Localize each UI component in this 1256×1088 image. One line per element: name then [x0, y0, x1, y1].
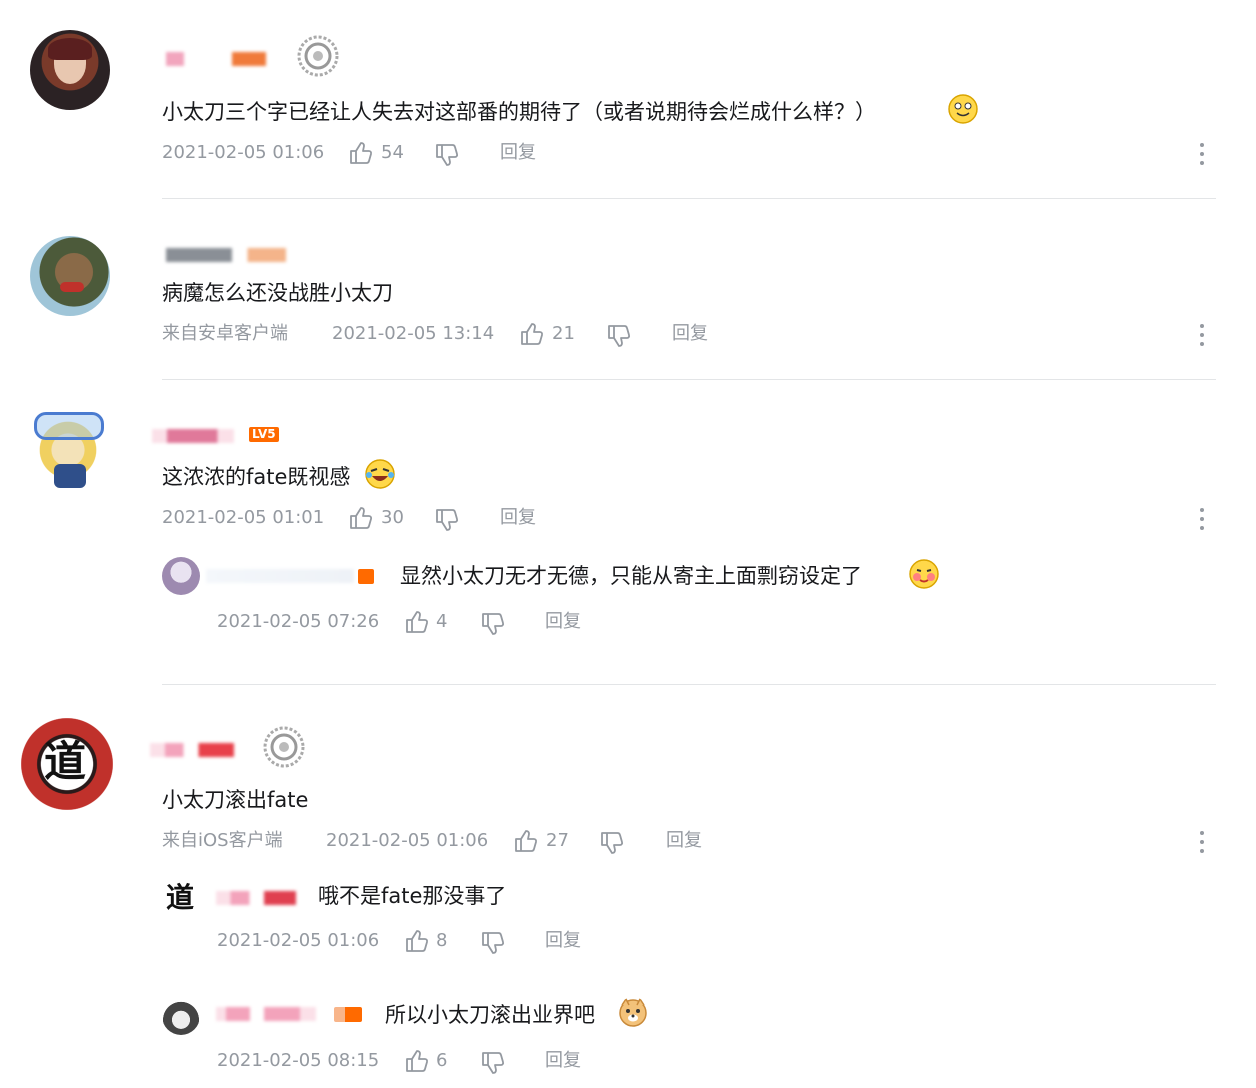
dislike-icon[interactable] [599, 830, 625, 856]
comment-time: 2021-02-05 01:06 [162, 142, 325, 163]
username-blurred[interactable] [216, 891, 296, 905]
dislike-icon[interactable] [606, 323, 632, 349]
dislike-icon[interactable] [434, 142, 460, 168]
username-blurred[interactable] [152, 429, 234, 443]
avatar-char: 道 [44, 737, 87, 786]
reply-button[interactable]: 回复 [500, 506, 536, 530]
avatar-char: 道 [166, 881, 195, 914]
reply-button[interactable]: 回复 [545, 1049, 581, 1073]
divider [162, 198, 1216, 199]
badge-icon [297, 35, 339, 77]
reply-time: 2021-02-05 01:06 [217, 930, 380, 951]
like-count: 8 [436, 930, 448, 951]
comment-time: 2021-02-05 01:01 [162, 507, 325, 528]
like-icon[interactable] [513, 828, 539, 854]
more-options-icon[interactable] [1199, 141, 1205, 167]
client-source: 来自安卓客户端 [162, 323, 288, 344]
like-count: 6 [436, 1050, 448, 1071]
comment-text: 这浓浓的fate既视感 [162, 465, 351, 489]
dislike-icon[interactable] [480, 930, 506, 956]
username-blurred[interactable] [166, 52, 266, 66]
like-count: 21 [552, 323, 575, 344]
doge-emoji-icon [619, 997, 647, 1027]
like-count: 30 [381, 507, 404, 528]
reply-text: 哦不是fate那没事了 [318, 884, 507, 908]
blush-emoji-icon [909, 559, 939, 589]
like-count: 27 [546, 830, 569, 851]
avatar[interactable] [30, 236, 110, 316]
dislike-icon[interactable] [480, 611, 506, 637]
more-options-icon[interactable] [1199, 506, 1205, 532]
divider [162, 379, 1216, 380]
more-options-icon[interactable] [1199, 322, 1205, 348]
avatar[interactable]: 道 [162, 878, 202, 918]
dislike-icon[interactable] [434, 507, 460, 533]
badge-icon [263, 726, 305, 768]
reply-button[interactable]: 回复 [666, 829, 702, 853]
reply-text: 显然小太刀无才无德，只能从寄主上面剽窃设定了 [400, 564, 862, 588]
username-blurred[interactable] [150, 743, 234, 757]
username-blurred[interactable] [206, 569, 354, 583]
reply-button[interactable]: 回复 [545, 929, 581, 953]
like-count: 54 [381, 142, 404, 163]
like-icon[interactable] [348, 505, 374, 531]
reply-time: 2021-02-05 08:15 [217, 1050, 380, 1071]
comment-text: 小太刀三个字已经让人失去对这部番的期待了（或者说期待会烂成什么样？） [162, 100, 876, 124]
divider [162, 684, 1216, 685]
username-blurred[interactable] [216, 1007, 316, 1021]
laugh-cry-emoji-icon [365, 459, 395, 489]
like-icon[interactable] [404, 928, 430, 954]
dislike-icon[interactable] [480, 1050, 506, 1076]
comment-time: 2021-02-05 13:14 [332, 323, 495, 344]
level-badge-icon [358, 569, 374, 584]
level-badge-icon [334, 1007, 362, 1022]
avatar[interactable] [162, 557, 200, 595]
like-icon[interactable] [348, 140, 374, 166]
comment-text: 小太刀滚出fate [162, 788, 309, 812]
avatar[interactable] [30, 30, 110, 110]
more-options-icon[interactable] [1199, 829, 1205, 855]
like-icon[interactable] [519, 321, 545, 347]
like-icon[interactable] [404, 1048, 430, 1074]
reply-button[interactable]: 回复 [672, 322, 708, 346]
username-blurred[interactable] [166, 248, 286, 262]
reply-text: 所以小太刀滚出业界吧 [385, 1003, 595, 1027]
avatar[interactable] [16, 398, 120, 498]
reply-button[interactable]: 回复 [500, 141, 536, 165]
avatar[interactable]: 道 [10, 714, 124, 814]
like-icon[interactable] [404, 609, 430, 635]
comment-text: 病魔怎么还没战胜小太刀 [162, 281, 393, 305]
reply-time: 2021-02-05 07:26 [217, 611, 380, 632]
reply-button[interactable]: 回复 [545, 610, 581, 634]
level-badge: LV5 [249, 427, 279, 442]
smile-emoji-icon [948, 94, 978, 124]
like-count: 4 [436, 611, 448, 632]
comment-time: 2021-02-05 01:06 [326, 830, 489, 851]
avatar[interactable] [162, 997, 200, 1035]
client-source: 来自iOS客户端 [162, 830, 283, 851]
